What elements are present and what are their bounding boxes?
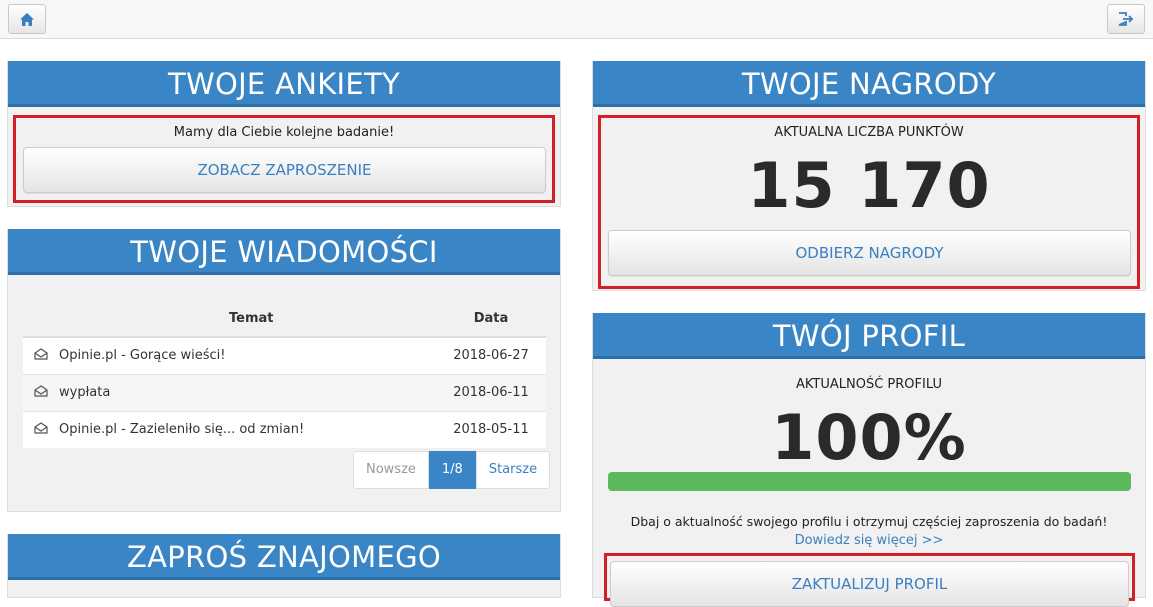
profile-title: TWÓJ PROFIL	[593, 313, 1145, 359]
message-subject[interactable]: Opinie.pl - Zazieleniło się... od zmian!	[59, 410, 436, 448]
profile-hint: Dbaj o aktualność swojego profilu i otrz…	[630, 514, 1108, 529]
home-icon	[20, 12, 34, 26]
profile-panel: TWÓJ PROFIL AKTUALNOŚĆ PROFILU 100% Dbaj…	[592, 313, 1146, 607]
profile-progress-bar	[608, 472, 1131, 491]
surveys-message: Mamy dla Ciebie kolejne badanie!	[173, 125, 395, 140]
top-bar	[0, 0, 1153, 39]
view-invitation-button[interactable]: ZOBACZ ZAPROSZENIE	[23, 147, 546, 193]
profile-progress-fill	[608, 472, 1131, 491]
messages-pager: Nowsze 1/8 Starsze	[353, 451, 551, 489]
invite-title: ZAPROŚ ZNAJOMEGO	[8, 534, 560, 580]
message-subject[interactable]: Opinie.pl - Gorące wieści!	[59, 336, 436, 374]
table-row[interactable]: Opinie.pl - Gorące wieści! 2018-06-27	[23, 336, 546, 374]
messages-title: TWOJE WIADOMOŚCI	[8, 229, 560, 275]
envelope-icon	[34, 422, 48, 434]
profile-caption: AKTUALNOŚĆ PROFILU	[796, 377, 942, 392]
learn-more-link[interactable]: Dowiedz się więcej >>	[795, 533, 944, 548]
subject-header: Temat	[59, 301, 436, 338]
messages-panel: TWOJE WIADOMOŚCI Temat Data Opinie.pl - …	[7, 229, 561, 512]
envelope-icon	[34, 348, 48, 360]
logout-icon	[1118, 12, 1134, 26]
profile-percent: 100%	[771, 401, 967, 474]
rewards-title: TWOJE NAGRODY	[593, 61, 1145, 107]
table-row[interactable]: wypłata 2018-06-11	[23, 373, 546, 411]
date-header: Data	[436, 301, 546, 338]
pager-newer-button[interactable]: Nowsze	[353, 451, 429, 489]
messages-table: Temat Data Opinie.pl - Gorące wieści! 20…	[23, 301, 546, 448]
message-date: 2018-06-27	[436, 336, 546, 374]
update-profile-button[interactable]: ZAKTUALIZUJ PROFIL	[610, 561, 1129, 607]
surveys-panel: TWOJE ANKIETY Mamy dla Ciebie kolejne ba…	[7, 61, 561, 207]
table-row[interactable]: Opinie.pl - Zazieleniło się... od zmian!…	[23, 410, 546, 448]
message-date: 2018-06-11	[436, 373, 546, 411]
points-value: 15 170	[747, 149, 991, 222]
claim-rewards-button[interactable]: ODBIERZ NAGRODY	[608, 230, 1131, 276]
pager-current-page: 1/8	[428, 451, 476, 489]
message-date: 2018-05-11	[436, 410, 546, 448]
rewards-panel: TWOJE NAGRODY AKTUALNA LICZBA PUNKTÓW 15…	[592, 61, 1146, 291]
logout-button[interactable]	[1107, 4, 1145, 34]
message-subject[interactable]: wypłata	[59, 373, 436, 411]
envelope-icon	[34, 384, 48, 397]
invite-panel: ZAPROŚ ZNAJOMEGO	[7, 534, 561, 598]
home-button[interactable]	[8, 4, 46, 34]
pager-older-button[interactable]: Starsze	[475, 451, 551, 489]
points-caption: AKTUALNA LICZBA PUNKTÓW	[774, 125, 964, 140]
surveys-title: TWOJE ANKIETY	[8, 61, 560, 107]
